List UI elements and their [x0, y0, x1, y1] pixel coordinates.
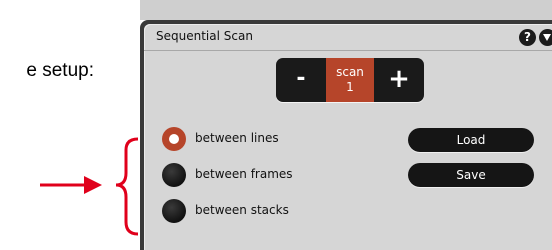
- panel-top-strip: [140, 0, 552, 20]
- panel-body: Sequential Scan ? - scan 1 + between lin…: [144, 24, 552, 250]
- radio-label: between stacks: [195, 203, 289, 217]
- scan-increment-button[interactable]: +: [374, 58, 424, 102]
- chevron-down-icon[interactable]: [539, 29, 552, 46]
- scan-value-label: scan: [336, 65, 364, 79]
- radio-label: between frames: [195, 167, 293, 181]
- radio-button-selected[interactable]: [162, 127, 186, 151]
- radio-button[interactable]: [162, 199, 186, 223]
- annotation-bracket: [115, 137, 139, 236]
- save-button[interactable]: Save: [408, 163, 534, 187]
- annotation-arrow-bracket: [40, 137, 139, 236]
- annotation-arrow-head: [84, 176, 102, 194]
- sequential-scan-panel: Sequential Scan ? - scan 1 + between lin…: [140, 20, 552, 250]
- radio-button[interactable]: [162, 163, 186, 187]
- scan-stepper: - scan 1 +: [276, 58, 424, 102]
- panel-title: Sequential Scan: [156, 29, 253, 43]
- question-icon[interactable]: ?: [519, 29, 536, 46]
- load-button[interactable]: Load: [408, 128, 534, 152]
- panel-titlebar: Sequential Scan ?: [144, 24, 552, 51]
- scan-value-number: 1: [346, 80, 354, 94]
- radio-label: between lines: [195, 131, 279, 145]
- scan-decrement-button[interactable]: -: [276, 58, 326, 102]
- scan-value-display: scan 1: [326, 58, 374, 102]
